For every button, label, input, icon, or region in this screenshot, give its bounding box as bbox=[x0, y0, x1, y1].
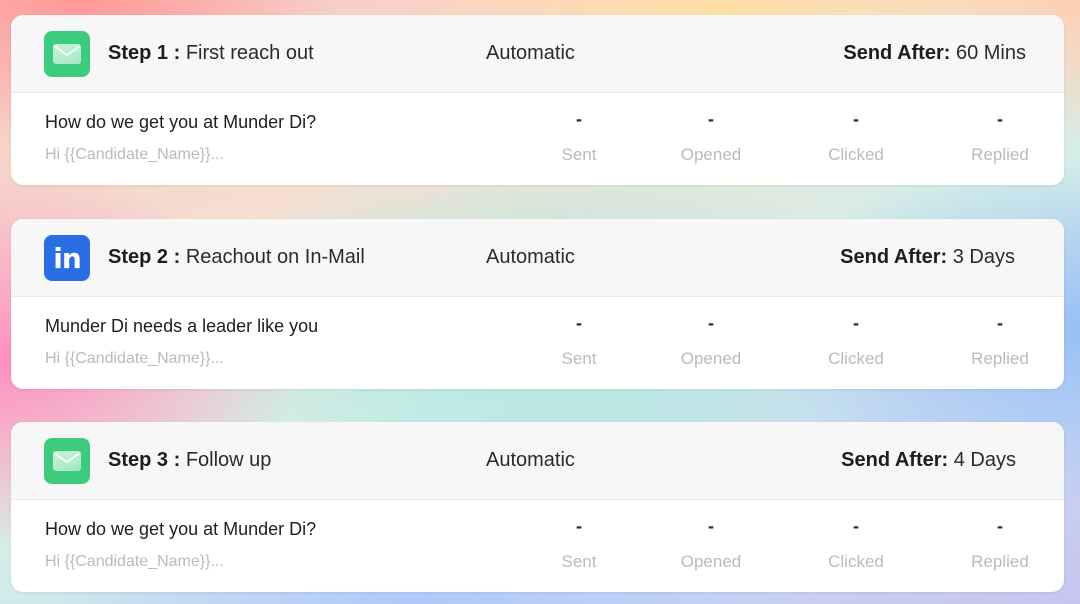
step-number: Step 3 : bbox=[108, 449, 181, 471]
stat-label: Replied bbox=[971, 145, 1029, 164]
send-after[interactable]: Send After: 4 Days bbox=[841, 449, 1016, 472]
step-card-1[interactable]: Step 1 : First reach out Automatic Send … bbox=[11, 15, 1064, 185]
stat-label: Replied bbox=[971, 349, 1029, 368]
send-after[interactable]: Send After: 3 Days bbox=[840, 246, 1015, 269]
stat-opened: - Opened bbox=[656, 311, 766, 369]
step-mode[interactable]: Automatic bbox=[486, 246, 575, 269]
step-card-body[interactable]: Munder Di needs a leader like you Hi {{C… bbox=[11, 297, 1064, 389]
step-card-header: in Step 2 : Reachout on In-Mail Automati… bbox=[11, 219, 1064, 297]
send-after[interactable]: Send After: 60 Mins bbox=[843, 42, 1026, 65]
stat-sent: - Sent bbox=[524, 107, 634, 165]
stat-sent: - Sent bbox=[524, 311, 634, 369]
email-subject: How do we get you at Munder Di? bbox=[45, 519, 317, 539]
step-mode[interactable]: Automatic bbox=[486, 42, 575, 65]
stat-label: Opened bbox=[680, 349, 742, 368]
stat-label: Clicked bbox=[828, 552, 884, 571]
stat-value: - bbox=[708, 516, 714, 536]
stat-sent: - Sent bbox=[524, 514, 634, 572]
step-card-3[interactable]: Step 3 : Follow up Automatic Send After:… bbox=[11, 422, 1064, 592]
stat-value: - bbox=[708, 313, 714, 333]
step-title[interactable]: Step 3 : Follow up bbox=[108, 449, 271, 472]
stat-value: - bbox=[853, 516, 859, 536]
stat-label: Opened bbox=[680, 145, 742, 164]
stat-value: - bbox=[708, 109, 714, 129]
stat-label: Sent bbox=[561, 552, 597, 571]
stat-label: Replied bbox=[971, 552, 1029, 571]
linkedin-icon: in bbox=[44, 235, 90, 281]
stat-clicked: - Clicked bbox=[801, 107, 911, 165]
step-name: Follow up bbox=[185, 449, 272, 471]
stat-value: - bbox=[576, 313, 582, 333]
stat-label: Opened bbox=[680, 552, 742, 571]
email-preview: Hi {{Candidate_Name}}... bbox=[45, 146, 224, 163]
stat-label: Sent bbox=[561, 145, 597, 164]
step-card-header: Step 1 : First reach out Automatic Send … bbox=[11, 15, 1064, 93]
stat-replied: - Replied bbox=[945, 514, 1055, 572]
stat-value: - bbox=[997, 109, 1003, 129]
mail-icon bbox=[44, 438, 90, 484]
stat-value: - bbox=[576, 516, 582, 536]
stat-opened: - Opened bbox=[656, 107, 766, 165]
send-after-label: Send After: bbox=[841, 449, 949, 471]
step-mode[interactable]: Automatic bbox=[486, 449, 575, 472]
step-card-body[interactable]: How do we get you at Munder Di? Hi {{Can… bbox=[11, 93, 1064, 185]
send-after-value: 3 Days bbox=[952, 246, 1015, 268]
step-number: Step 2 : bbox=[108, 246, 181, 268]
stat-value: - bbox=[853, 313, 859, 333]
mail-icon bbox=[44, 31, 90, 77]
step-name: Reachout on In-Mail bbox=[185, 246, 365, 268]
stat-value: - bbox=[853, 109, 859, 129]
stat-value: - bbox=[997, 516, 1003, 536]
step-name: First reach out bbox=[185, 42, 314, 64]
step-title[interactable]: Step 2 : Reachout on In-Mail bbox=[108, 246, 365, 269]
send-after-value: 4 Days bbox=[953, 449, 1016, 471]
step-card-body[interactable]: How do we get you at Munder Di? Hi {{Can… bbox=[11, 500, 1064, 592]
send-after-label: Send After: bbox=[843, 42, 951, 64]
stat-label: Sent bbox=[561, 349, 597, 368]
stat-label: Clicked bbox=[828, 145, 884, 164]
stat-value: - bbox=[576, 109, 582, 129]
email-subject: Munder Di needs a leader like you bbox=[45, 316, 319, 336]
stat-label: Clicked bbox=[828, 349, 884, 368]
linkedin-logo-text: in bbox=[53, 241, 82, 275]
send-after-value: 60 Mins bbox=[955, 42, 1026, 64]
email-subject: How do we get you at Munder Di? bbox=[45, 112, 317, 132]
step-card-2[interactable]: in Step 2 : Reachout on In-Mail Automati… bbox=[11, 219, 1064, 389]
stat-opened: - Opened bbox=[656, 514, 766, 572]
send-after-label: Send After: bbox=[840, 246, 948, 268]
stat-replied: - Replied bbox=[945, 107, 1055, 165]
stat-replied: - Replied bbox=[945, 311, 1055, 369]
email-preview: Hi {{Candidate_Name}}... bbox=[45, 350, 224, 367]
stat-value: - bbox=[997, 313, 1003, 333]
step-card-header: Step 3 : Follow up Automatic Send After:… bbox=[11, 422, 1064, 500]
stat-clicked: - Clicked bbox=[801, 514, 911, 572]
step-title[interactable]: Step 1 : First reach out bbox=[108, 42, 314, 65]
stat-clicked: - Clicked bbox=[801, 311, 911, 369]
email-preview: Hi {{Candidate_Name}}... bbox=[45, 553, 224, 570]
step-number: Step 1 : bbox=[108, 42, 181, 64]
